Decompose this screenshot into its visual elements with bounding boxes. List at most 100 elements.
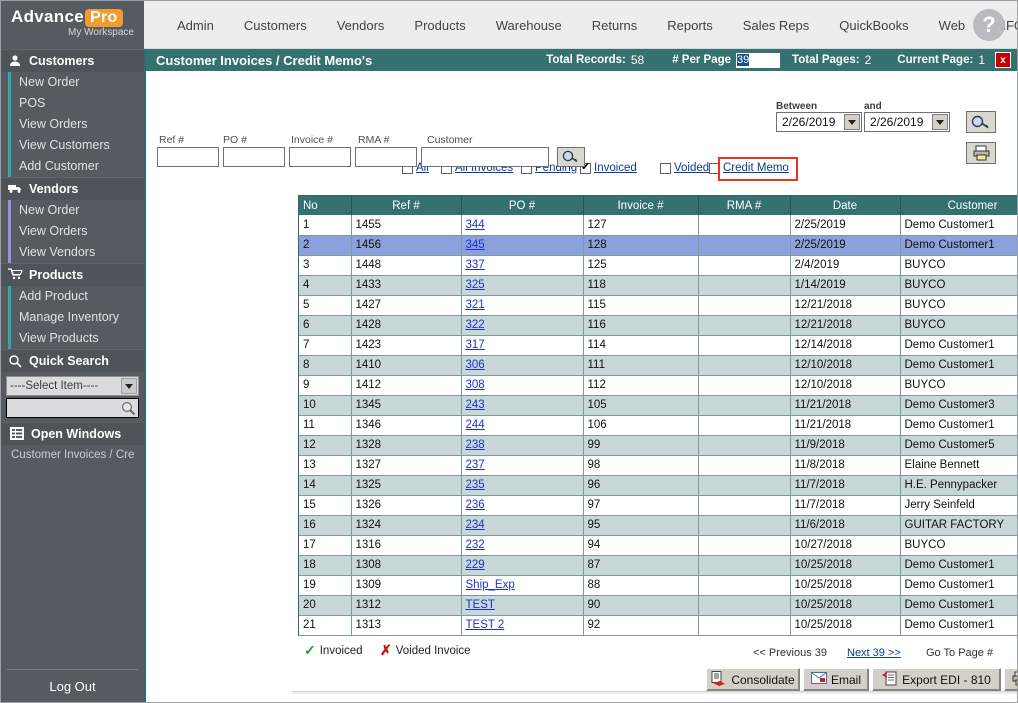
sidebar-item-view-customers[interactable]: View Customers [1,135,144,156]
ref-number-input[interactable] [157,147,219,167]
table-row[interactable]: 211313TEST 29210/25/2018Demo Customer11.… [299,615,1018,635]
po-link[interactable]: 337 [466,259,485,271]
close-window-button[interactable]: x [995,52,1011,68]
cell-po[interactable]: 317 [461,335,583,355]
table-row[interactable]: 414333251181/14/2019BUYCO2850.16✓ [299,275,1018,295]
po-link[interactable]: 237 [466,459,485,471]
po-link[interactable]: 344 [466,219,485,231]
po-link[interactable]: Ship_Exp [466,579,515,591]
filter-checkbox-voided[interactable]: Voided [660,162,709,174]
table-row[interactable]: 191309Ship_Exp8810/25/2018Demo Customer1… [299,575,1018,595]
po-link[interactable]: 325 [466,279,485,291]
nav-item-web[interactable]: Web [924,14,981,37]
invoice-number-input[interactable] [289,147,351,167]
column-header-date[interactable]: Date [790,196,900,215]
po-link[interactable]: 321 [466,299,485,311]
table-row[interactable]: 214563451282/25/2019Demo Customer1798.00… [299,235,1018,255]
nav-item-sales-reps[interactable]: Sales Reps [728,14,824,37]
cell-po[interactable]: 308 [461,375,583,395]
po-link[interactable]: 345 [466,239,485,251]
nav-item-customers[interactable]: Customers [229,14,322,37]
po-link[interactable]: 306 [466,359,485,371]
table-row[interactable]: 1613242349511/6/2018GUITAR FACTORY0.00✓ [299,515,1018,535]
cell-po[interactable]: 345 [461,235,583,255]
nav-item-admin[interactable]: Admin [162,14,229,37]
table-row[interactable]: 1713162329410/27/2018BUYCO850.00✓ [299,535,1018,555]
column-header-rma[interactable]: RMA # [698,196,790,215]
sidebar-item-manage-inventory[interactable]: Manage Inventory [1,307,144,328]
print-export-button[interactable]: Print/Export [1004,668,1018,691]
column-header-ref[interactable]: Ref # [351,196,461,215]
open-window-item[interactable]: Customer Invoices / Cre [1,445,144,465]
previous-page-link[interactable]: << Previous 39 [753,647,827,659]
po-link[interactable]: TEST [466,599,495,611]
chevron-down-icon[interactable] [932,114,948,130]
app-logo[interactable]: AdvancePro My Workspace [1,1,144,49]
nav-item-warehouse[interactable]: Warehouse [481,14,577,37]
table-row[interactable]: 8141030611112/10/2018Demo Customer124613… [299,355,1018,375]
print-button[interactable] [966,142,996,164]
filter-checkbox-invoiced[interactable]: Invoiced [580,162,637,174]
po-link[interactable]: 238 [466,439,485,451]
sidebar-item-view-orders-cust[interactable]: View Orders [1,114,144,135]
chevron-down-icon[interactable] [121,378,137,394]
sidebar-item-view-orders-vendor[interactable]: View Orders [1,221,144,242]
date-from-picker[interactable]: 2/26/2019 [776,112,862,132]
filter-label[interactable]: Voided [674,162,709,174]
cell-po[interactable]: 232 [461,535,583,555]
po-link[interactable]: 234 [466,519,485,531]
logout-button[interactable]: Log Out [7,669,138,694]
chevron-down-icon[interactable] [844,114,860,130]
cell-po[interactable]: 237 [461,455,583,475]
sidebar-item-view-products[interactable]: View Products [1,328,144,349]
sidebar-item-view-vendors[interactable]: View Vendors [1,242,144,263]
table-row[interactable]: 1213282389911/9/2018Demo Customer51566.0… [299,435,1018,455]
cell-po[interactable]: 236 [461,495,583,515]
sidebar-group-customers[interactable]: Customers [1,49,144,72]
cell-po[interactable]: 235 [461,475,583,495]
filter-label[interactable]: Invoiced [594,162,637,174]
filter-label[interactable]: Credit Memo [723,162,789,174]
quick-search-input[interactable] [6,398,139,418]
export-edi-button[interactable]: Export EDI - 810 [872,668,1001,691]
po-link[interactable]: 229 [466,559,485,571]
checkbox-icon[interactable] [709,163,720,174]
nav-item-vendors[interactable]: Vendors [322,14,400,37]
nav-item-quickbooks[interactable]: QuickBooks [824,14,923,37]
table-row[interactable]: 7142331711412/14/2018Demo Customer130767… [299,335,1018,355]
quick-search-select[interactable]: ----Select Item---- [6,376,139,396]
cell-po[interactable]: 243 [461,395,583,415]
column-header-invoice[interactable]: Invoice # [583,196,698,215]
cell-po[interactable]: TEST 2 [461,615,583,635]
filter-checkbox-credit-memo[interactable]: Credit Memo [709,162,789,174]
table-row[interactable]: 1513262369711/7/2018Jerry Seinfeld1692.3… [299,495,1018,515]
table-row[interactable]: 201312TEST9010/25/2018Demo Customer10.00… [299,595,1018,615]
sidebar-item-new-order-vendor[interactable]: New Order [1,200,144,221]
search-records-button[interactable] [557,147,585,167]
po-link[interactable]: 232 [466,539,485,551]
cell-po[interactable]: 322 [461,315,583,335]
search-icon[interactable] [121,401,136,421]
cell-po[interactable]: 238 [461,435,583,455]
table-row[interactable]: 11134624410611/21/2018Demo Customer11283… [299,415,1018,435]
email-button[interactable]: Email [803,668,869,691]
po-link[interactable]: 322 [466,319,485,331]
po-link[interactable]: 235 [466,479,485,491]
table-row[interactable]: 1313272379811/8/2018Elaine Bennett24.99✓ [299,455,1018,475]
po-number-input[interactable] [223,147,285,167]
cell-po[interactable]: 321 [461,295,583,315]
table-row[interactable]: 114553441272/25/2019Demo Customer1798.00… [299,215,1018,235]
column-header-po[interactable]: PO # [461,196,583,215]
sidebar-group-vendors[interactable]: Vendors [1,177,144,200]
checkbox-icon[interactable] [660,163,671,174]
table-row[interactable]: 1813082298710/25/2018Demo Customer16203.… [299,555,1018,575]
table-row[interactable]: 314483371252/4/2019BUYCO52.50✓ [299,255,1018,275]
invoices-grid[interactable]: No Ref # PO # Invoice # RMA # Date Custo… [298,195,1018,682]
sidebar-item-add-product[interactable]: Add Product [1,286,144,307]
column-header-no[interactable]: No [299,196,351,215]
table-row[interactable]: 9141230811212/10/2018BUYCO3288.60✓ [299,375,1018,395]
help-icon[interactable]: ? [973,9,1005,41]
cell-po[interactable]: 337 [461,255,583,275]
per-page-input[interactable]: 39 [736,53,780,68]
nav-item-reports[interactable]: Reports [652,14,728,37]
